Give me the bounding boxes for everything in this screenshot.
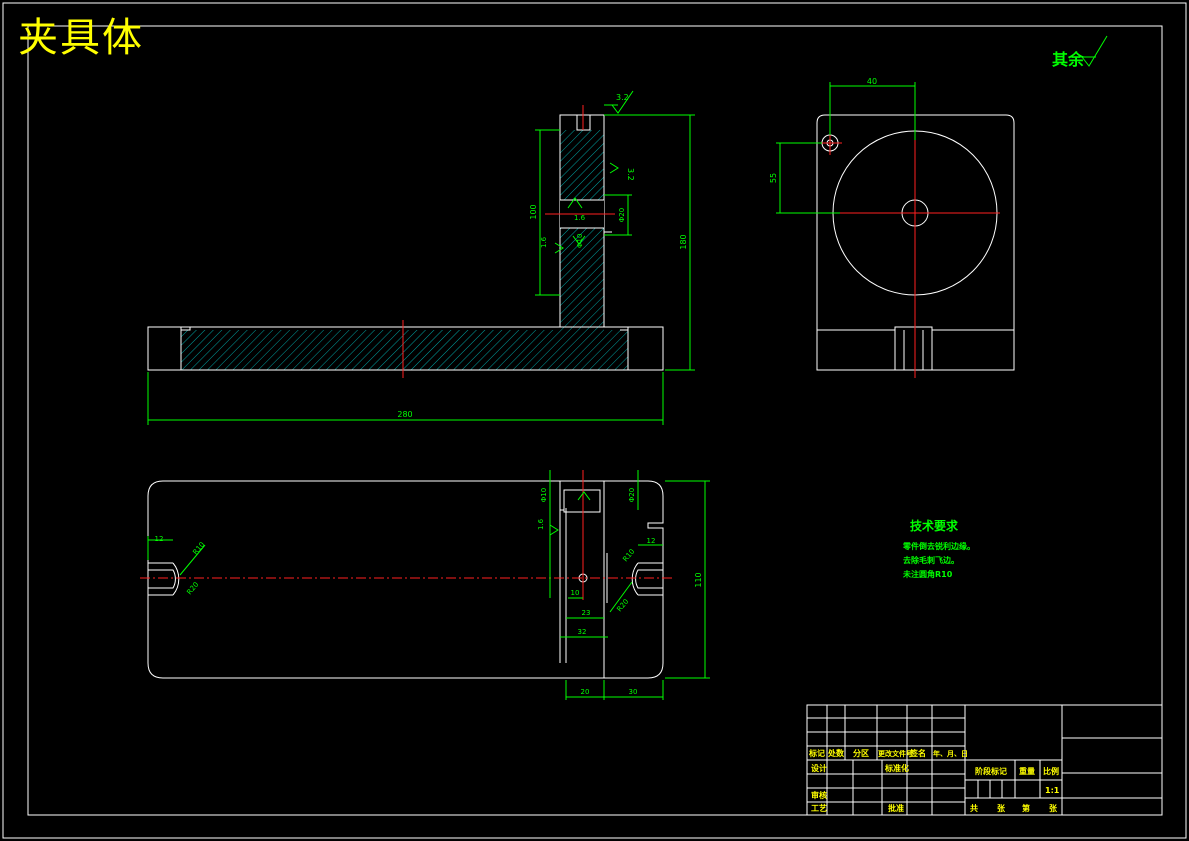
tb-r-docno: 更改文件号	[878, 749, 913, 758]
tb-r-date: 年、月、日	[933, 749, 968, 758]
plan-right-slot	[635, 569, 663, 589]
front-view-hatch	[181, 130, 628, 370]
dim-d30: 30	[629, 688, 638, 696]
tb-r-mark: 标记	[808, 748, 825, 758]
roughness-slot: 3.2	[626, 168, 635, 181]
tb-sheet-no: 第	[1022, 803, 1030, 813]
dim-total-height: 180	[679, 234, 688, 249]
roughness-rest-symbol	[1081, 35, 1108, 67]
dim-d20: 20	[581, 688, 590, 696]
dim-slot-right: 12	[647, 537, 656, 545]
tb-sheets: 共	[970, 803, 978, 813]
tb-r-count: 处数	[827, 748, 845, 758]
tech-requirement-line: 零件倒去锐利边缘。	[903, 542, 975, 551]
dim-hole-dia2: Φ10	[576, 234, 584, 248]
tb-scale-value: 1:1	[1045, 786, 1060, 795]
dim-r-right: R10	[621, 548, 636, 564]
title-block	[806, 704, 1163, 816]
tb-weight: 重量	[1019, 766, 1035, 776]
tb-stage: 阶段标记	[975, 766, 1007, 776]
dim-d10: 10	[571, 589, 580, 597]
tb-sheet-of: 张	[997, 804, 1006, 813]
tb-design: 设计	[811, 763, 827, 773]
tb-sheet-of2: 张	[1049, 804, 1058, 813]
tb-r-zone: 分区	[853, 748, 869, 758]
front-view: 280 180 100 Φ20 3.2 3.2 1.6 1.6 Φ10	[147, 90, 695, 425]
tb-process: 工艺	[811, 803, 827, 813]
dim-r-right2: R20	[615, 598, 630, 614]
dim-d32: 32	[578, 628, 587, 636]
dim-hole-offset-v: 55	[769, 173, 778, 183]
side-view: 40 55	[769, 77, 1015, 378]
dim-slot-left: 12	[155, 535, 164, 543]
drawing-title: 夹具体	[18, 15, 144, 61]
plan-left-slot	[148, 569, 176, 589]
tb-standard: 标准化	[884, 763, 909, 773]
roughness-plan-side: 1.6	[537, 518, 545, 530]
dim-r-left2: R20	[185, 581, 200, 597]
plan-view-outline	[147, 480, 664, 679]
dim-r-left: R10	[191, 541, 206, 557]
tech-requirements: 技术要求 零件倒去锐利边缘。 去除毛刺飞边。 未注圆角R10	[903, 517, 975, 582]
dim-d23: 23	[582, 609, 591, 617]
tech-requirement-line: 未注圆角R10	[903, 570, 953, 579]
dim-base-length: 280	[397, 410, 412, 419]
roughness-top: 3.2	[616, 93, 629, 102]
dim-plan-width: 110	[694, 572, 703, 587]
surface-finish-rest-label: 其余	[1052, 50, 1085, 69]
tb-approve: 批准	[888, 803, 904, 813]
dim-hole-offset-h: 40	[867, 77, 877, 86]
roughness-face: 1.6	[574, 214, 586, 222]
dim-upright-height: 100	[529, 204, 538, 219]
plan-view: 110 12 12 R10 R20 R10 R20 10 23 32 20 30…	[140, 470, 710, 700]
dim-plan-top2: Φ20	[628, 488, 636, 502]
dim-hole-dia: Φ20	[618, 208, 626, 222]
tb-scale: 比例	[1043, 766, 1059, 776]
cad-drawing-canvas: 280 180 100 Φ20 3.2 3.2 1.6 1.6 Φ10 40 5…	[2, 2, 1187, 839]
tb-r-sign: 签名	[909, 748, 926, 758]
roughness-hole: 1.6	[540, 236, 548, 248]
tb-review: 审核	[811, 790, 827, 800]
tech-requirements-heading: 技术要求	[910, 519, 959, 533]
tech-requirement-line: 去除毛刺飞边。	[903, 556, 959, 565]
dim-plan-top1: Φ10	[540, 488, 548, 502]
